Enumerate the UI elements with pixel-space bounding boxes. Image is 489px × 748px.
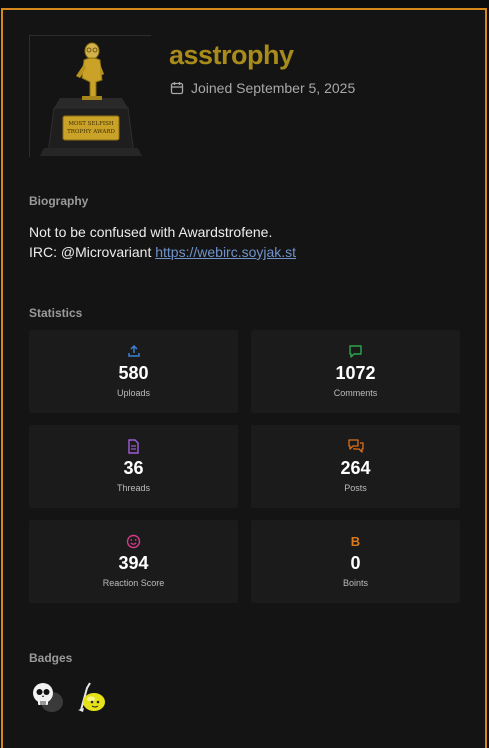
stat-value: 394 (118, 553, 149, 573)
biography-line: IRC: @Microvariant https://webirc.soyjak… (29, 242, 296, 262)
badges-heading: Badges (29, 651, 73, 665)
stat-uploads: 580 Uploads (29, 330, 238, 413)
calendar-icon (170, 82, 184, 95)
upload-icon (29, 344, 238, 359)
stat-label: Threads (116, 483, 151, 493)
stat-label: Uploads (116, 388, 151, 398)
joined-date: Joined September 5, 2025 (170, 80, 355, 96)
stat-label: Comments (333, 388, 378, 398)
stat-value: 580 (118, 363, 149, 383)
biography-heading: Biography (29, 194, 89, 208)
boints-glyph: B (350, 534, 361, 549)
lemon-badge-icon[interactable] (73, 680, 109, 721)
stat-label: Reaction Score (102, 578, 165, 588)
statistics-heading: Statistics (29, 306, 83, 320)
plaque-text: MOST SELFISH (68, 121, 114, 127)
stat-value: 36 (123, 458, 144, 478)
stat-reaction-score: 394 Reaction Score (29, 520, 238, 603)
trophy-avatar-image: MOST SELFISH TROPHY AWARD (30, 36, 152, 158)
stat-comments: 1072 Comments (251, 330, 460, 413)
profile-card: MOST SELFISH TROPHY AWARD asstrophy Join… (1, 8, 487, 748)
biography-text: Not to be confused with Awardstrofene. I… (29, 222, 296, 262)
irc-handle: IRC: @Microvariant (29, 244, 152, 260)
stat-value: 1072 (335, 363, 376, 383)
joined-text: Joined September 5, 2025 (191, 80, 356, 96)
boints-icon: B (251, 534, 460, 549)
avatar[interactable]: MOST SELFISH TROPHY AWARD (29, 35, 152, 158)
comment-icon (251, 344, 460, 359)
stat-label: Boints (342, 578, 368, 588)
skull-badge-icon[interactable] (29, 680, 65, 721)
badge-list (29, 680, 109, 721)
username: asstrophy (169, 40, 294, 70)
webirc-link[interactable]: https://webirc.soyjak.st (155, 244, 296, 260)
stat-posts: 264 Posts (251, 425, 460, 508)
smiley-icon (29, 534, 238, 549)
document-icon (29, 439, 238, 454)
posts-icon (251, 439, 460, 454)
stat-value: 264 (340, 458, 371, 478)
plaque-text: TROPHY AWARD (67, 129, 115, 135)
biography-line: Not to be confused with Awardstrofene. (29, 224, 273, 240)
stat-boints: B 0 Boints (251, 520, 460, 603)
stat-value: 0 (350, 553, 361, 573)
stat-threads: 36 Threads (29, 425, 238, 508)
stat-label: Posts (344, 483, 367, 493)
